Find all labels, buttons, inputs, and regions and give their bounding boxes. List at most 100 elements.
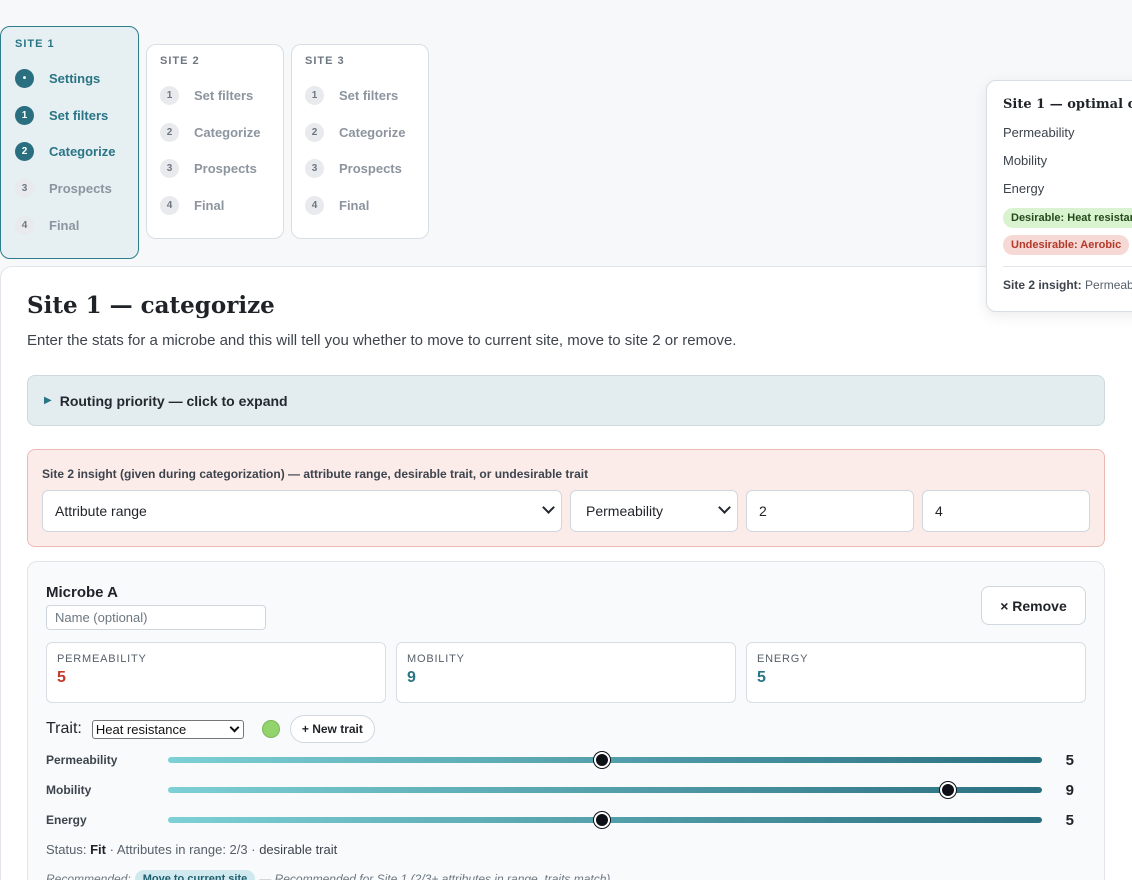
status-value: Fit	[90, 842, 106, 857]
site-stepper: SITE 1 • Settings 1 Set filters 2 Categoriz…	[0, 26, 429, 259]
stat-label: ENERGY	[757, 653, 809, 665]
slider-label: Energy	[46, 813, 87, 827]
step-label: Prospects	[49, 181, 112, 197]
status-line: Status: Fit · Attributes in range: 2/3 ·…	[46, 842, 337, 857]
slider-energy: Energy 5	[46, 810, 1086, 830]
slider-track[interactable]	[168, 752, 1042, 768]
popover-insight: Site 2 insight: Permeability 2–4	[1003, 278, 1132, 292]
insight-min-value: 2	[759, 503, 767, 519]
site-3-step-categorize[interactable]: 2 Categorize	[305, 114, 414, 151]
popover-insight-label: Site 2 insight:	[1003, 278, 1082, 292]
microbe-card: Microbe A Name (optional) × Remove PERME…	[27, 561, 1105, 880]
trait-color-swatch[interactable]	[261, 720, 280, 738]
step-number: 3	[15, 179, 34, 199]
step-number: 3	[305, 159, 324, 179]
site-1-step-categorize[interactable]: 2 Categorize	[15, 134, 124, 171]
slider-thumb[interactable]	[594, 752, 610, 768]
site-3-step-final[interactable]: 4 Final	[305, 187, 414, 224]
status-prefix: Status:	[46, 842, 87, 857]
slider-label: Mobility	[46, 783, 92, 797]
insight-attribute-value: Permeability	[586, 503, 664, 519]
popover-divider	[1003, 266, 1132, 267]
slider-mobility: Mobility 9	[46, 780, 1086, 800]
site-2-title: SITE 2	[160, 55, 200, 67]
step-label: Categorize	[194, 124, 261, 140]
step-label: Categorize	[49, 144, 116, 160]
insight-max-value: 4	[935, 503, 943, 519]
site-3-step-set-filters[interactable]: 1 Set filters	[305, 77, 414, 114]
site-2-step-final[interactable]: 4 Final	[160, 187, 269, 224]
site-2-step-set-filters[interactable]: 1 Set filters	[160, 77, 269, 114]
step-number: 4	[305, 196, 324, 216]
step-number: 4	[15, 216, 34, 236]
step-label: Set filters	[339, 87, 399, 103]
routing-priority-label: Routing priority — click to expand	[59, 392, 288, 409]
insight-max-input[interactable]: 4	[922, 490, 1090, 532]
routing-priority-toggle[interactable]: ▶ Routing priority — click to expand	[27, 375, 1105, 426]
slider-thumb[interactable]	[594, 812, 610, 828]
stat-label: MOBILITY	[407, 653, 465, 665]
slider-track[interactable]	[168, 812, 1042, 828]
site-3-step-prospects[interactable]: 3 Prospects	[305, 151, 414, 188]
site-2-step-categorize[interactable]: 2 Categorize	[160, 114, 269, 151]
step-dot-icon: •	[15, 68, 34, 88]
step-label: Final	[339, 198, 370, 214]
new-trait-button[interactable]: + New trait	[289, 715, 375, 743]
site-1-step-final[interactable]: 4 Final	[15, 207, 124, 244]
site-2-step-prospects[interactable]: 3 Prospects	[160, 151, 269, 188]
desirable-trait-badge: Desirable: Heat resistance	[1003, 208, 1132, 228]
slider-value: 5	[1065, 811, 1074, 829]
chevron-down-icon	[718, 501, 731, 514]
site-1-step-prospects[interactable]: 3 Prospects	[15, 170, 124, 207]
optimal-conditions-popover: Site 1 — optimal conditions Permeability…	[986, 80, 1132, 312]
page-description: Enter the stats for a microbe and this w…	[27, 332, 737, 349]
chevron-down-icon	[229, 722, 240, 732]
insight-type-value: Attribute range	[55, 503, 147, 519]
popover-insight-value: Permeability 2–4	[1085, 278, 1132, 292]
recommended-action-badge[interactable]: Move to current site	[134, 870, 256, 880]
recommendation-line: Recommended: Move to current site — Reco…	[46, 870, 610, 880]
stat-value: 9	[407, 669, 416, 686]
slider-thumb[interactable]	[940, 782, 957, 798]
popover-attribute: Energy	[1003, 181, 1045, 196]
popover-attribute: Permeability	[1003, 125, 1075, 140]
status-trait: desirable trait	[259, 842, 338, 857]
slider-track[interactable]	[168, 782, 1042, 798]
site-1-card: SITE 1 • Settings 1 Set filters 2 Categoriz…	[0, 26, 139, 259]
status-detail: · Attributes in range: 2/3 ·	[109, 842, 256, 857]
step-number: 2	[305, 122, 324, 142]
microbe-name-input[interactable]: Name (optional)	[46, 605, 266, 630]
site-3-card: SITE 3 1 Set filters 2 Categorize 3 Prospec…	[291, 44, 429, 240]
name-placeholder: Name (optional)	[55, 610, 148, 625]
slider-label: Permeability	[46, 753, 118, 767]
microbe-title: Microbe A	[46, 584, 118, 601]
caret-right-icon: ▶	[44, 395, 52, 406]
undesirable-trait-badge: Undesirable: Aerobic	[1003, 235, 1130, 255]
step-label: Categorize	[339, 124, 406, 140]
site-2-insight-panel: Site 2 insight (given during categorizat…	[27, 449, 1105, 547]
site-3-title: SITE 3	[305, 55, 345, 67]
insight-type-select[interactable]: Attribute range	[42, 490, 562, 532]
trait-value: Heat resistance	[95, 721, 187, 737]
step-number: 2	[160, 122, 179, 142]
insight-attribute-select[interactable]: Permeability	[570, 490, 738, 532]
recommended-prefix: Recommended:	[46, 872, 131, 880]
remove-microbe-button[interactable]: × Remove	[981, 586, 1086, 625]
recommended-reason: — Recommended for Site 1 (2/3+ attribute…	[259, 872, 611, 880]
stat-label: PERMEABILITY	[57, 653, 147, 665]
page-title: Site 1 — categorize	[27, 292, 275, 319]
stat-value: 5	[57, 669, 66, 686]
step-label: Settings	[49, 70, 101, 86]
step-number: 2	[15, 142, 34, 162]
step-label: Final	[49, 218, 80, 234]
trait-select[interactable]: Heat resistance	[91, 719, 244, 739]
step-number: 1	[15, 105, 34, 125]
site-1-step-settings[interactable]: • Settings	[15, 60, 124, 97]
slider-permeability: Permeability 5	[46, 750, 1086, 770]
step-label: Final	[194, 198, 225, 214]
site-1-step-set-filters[interactable]: 1 Set filters	[15, 97, 124, 134]
popover-title: Site 1 — optimal conditions	[1003, 97, 1132, 112]
step-number: 1	[160, 85, 179, 105]
chevron-down-icon	[542, 501, 555, 514]
insight-min-input[interactable]: 2	[746, 490, 914, 532]
